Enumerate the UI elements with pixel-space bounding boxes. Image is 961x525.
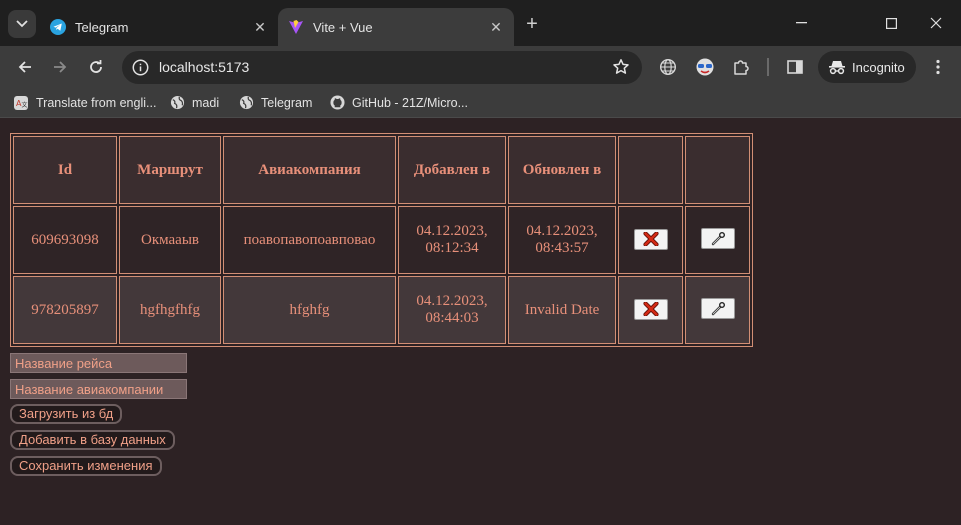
cell-updated: 04.12.2023, 08:43:57 bbox=[508, 206, 616, 274]
header-id: Id bbox=[13, 136, 117, 204]
bookmark-translate[interactable]: A文 Translate from engli... bbox=[13, 95, 156, 111]
cell-route: Окмааыв bbox=[119, 206, 221, 274]
airline-name-input[interactable] bbox=[10, 379, 187, 399]
github-icon bbox=[330, 95, 345, 110]
edit-button[interactable] bbox=[700, 228, 735, 250]
cell-edit bbox=[685, 206, 750, 274]
toolbar-divider bbox=[767, 58, 769, 76]
wrench-icon bbox=[711, 301, 725, 315]
browser-menu-button[interactable] bbox=[927, 56, 949, 78]
header-airline: Авиакомпания bbox=[223, 136, 396, 204]
cell-airline: поавопавопоавповао bbox=[223, 206, 396, 274]
incognito-icon bbox=[829, 61, 845, 75]
incognito-label: Incognito bbox=[852, 59, 905, 75]
cell-id: 978205897 bbox=[13, 276, 117, 344]
chevron-down-icon bbox=[16, 20, 28, 28]
star-icon[interactable] bbox=[612, 58, 630, 76]
wrench-icon bbox=[711, 231, 725, 245]
save-changes-button[interactable]: Сохранить изменения bbox=[10, 456, 162, 476]
close-icon bbox=[930, 17, 942, 29]
cell-added: 04.12.2023, 08:44:03 bbox=[398, 276, 506, 344]
table-header-row: Id Маршрут Авиакомпания Добавлен в Обнов… bbox=[13, 136, 750, 204]
table-row: 978205897 hgfhgfhfg hfghfg 04.12.2023, 0… bbox=[13, 276, 750, 344]
add-to-db-button[interactable]: Добавить в базу данных bbox=[10, 430, 175, 450]
arrow-left-icon bbox=[18, 61, 31, 73]
bookmarks-bar: A文 Translate from engli... madi Telegram… bbox=[0, 88, 961, 118]
bookmark-label: Translate from engli... bbox=[36, 96, 157, 110]
incognito-badge[interactable]: Incognito bbox=[818, 51, 916, 83]
puzzle-icon bbox=[734, 60, 749, 75]
minimize-icon bbox=[795, 22, 807, 24]
tab-search-button[interactable] bbox=[8, 10, 36, 38]
telegram-icon bbox=[50, 19, 66, 35]
flight-name-input[interactable] bbox=[10, 353, 187, 373]
info-icon[interactable] bbox=[132, 59, 149, 76]
close-icon[interactable]: ✕ bbox=[486, 17, 506, 37]
cell-updated: Invalid Date bbox=[508, 276, 616, 344]
delete-button[interactable] bbox=[633, 298, 668, 320]
translate-page-button[interactable] bbox=[657, 56, 679, 78]
cell-delete bbox=[618, 206, 683, 274]
bookmark-github[interactable]: GitHub - 21Z/Micro... bbox=[330, 95, 468, 110]
browser-toolbar: localhost:5173 Incognito bbox=[0, 46, 961, 88]
cell-id: 609693098 bbox=[13, 206, 117, 274]
side-panel-icon bbox=[787, 60, 803, 74]
delete-button[interactable] bbox=[633, 228, 668, 250]
extensions-menu-button[interactable] bbox=[730, 56, 752, 78]
flights-table: Id Маршрут Авиакомпания Добавлен в Обнов… bbox=[10, 133, 753, 347]
bookmark-madi[interactable]: madi bbox=[170, 95, 219, 110]
table-row: 609693098 Окмааыв поавопавопоавповао 04.… bbox=[13, 206, 750, 274]
edit-button[interactable] bbox=[700, 298, 735, 320]
tab-title: Telegram bbox=[75, 19, 129, 35]
globe-icon bbox=[170, 95, 185, 110]
vite-icon bbox=[289, 20, 303, 34]
side-panel-button[interactable] bbox=[784, 56, 806, 78]
address-bar[interactable]: localhost:5173 bbox=[122, 51, 642, 84]
bookmark-telegram[interactable]: Telegram bbox=[239, 95, 312, 110]
cell-route: hgfhgfhfg bbox=[119, 276, 221, 344]
reload-icon bbox=[90, 60, 102, 73]
url-text: localhost:5173 bbox=[159, 59, 250, 75]
reload-button[interactable] bbox=[82, 53, 110, 81]
translate-icon: A文 bbox=[14, 96, 28, 110]
cell-edit bbox=[685, 276, 750, 344]
tab-telegram[interactable]: Telegram ✕ bbox=[40, 8, 278, 46]
tab-vite-vue[interactable]: Vite + Vue ✕ bbox=[278, 8, 514, 46]
extension-button[interactable] bbox=[694, 56, 716, 78]
bookmark-label: Telegram bbox=[261, 95, 313, 110]
x-icon bbox=[642, 302, 659, 317]
tab-strip: Telegram ✕ Vite + Vue ✕ + bbox=[0, 0, 961, 46]
close-icon[interactable]: ✕ bbox=[250, 17, 270, 37]
arrow-right-icon bbox=[54, 61, 67, 73]
tab-title: Vite + Vue bbox=[313, 19, 373, 35]
extension-avatar-icon bbox=[696, 58, 714, 76]
cell-delete bbox=[618, 276, 683, 344]
maximize-button[interactable] bbox=[868, 8, 914, 38]
header-route: Маршрут bbox=[119, 136, 221, 204]
globe-icon bbox=[659, 58, 677, 76]
maximize-icon bbox=[885, 17, 897, 29]
minimize-button[interactable] bbox=[778, 8, 824, 38]
load-from-db-button[interactable]: Загрузить из бд bbox=[10, 404, 123, 424]
bookmark-label: madi bbox=[192, 95, 220, 110]
x-icon bbox=[642, 232, 659, 247]
forward-button[interactable] bbox=[46, 53, 74, 81]
new-tab-button[interactable]: + bbox=[521, 14, 543, 36]
header-added: Добавлен в bbox=[398, 136, 506, 204]
more-vertical-icon bbox=[936, 59, 940, 75]
svg-text:文: 文 bbox=[22, 101, 28, 109]
header-delete bbox=[618, 136, 683, 204]
back-button[interactable] bbox=[11, 53, 39, 81]
header-edit bbox=[685, 136, 750, 204]
bookmark-label: GitHub - 21Z/Micro... bbox=[352, 95, 468, 110]
window-close-button[interactable] bbox=[913, 8, 959, 38]
header-updated: Обновлен в bbox=[508, 136, 616, 204]
globe-icon bbox=[239, 95, 254, 110]
page-content: Id Маршрут Авиакомпания Добавлен в Обнов… bbox=[0, 119, 961, 525]
cell-airline: hfghfg bbox=[223, 276, 396, 344]
cell-added: 04.12.2023, 08:12:34 bbox=[398, 206, 506, 274]
